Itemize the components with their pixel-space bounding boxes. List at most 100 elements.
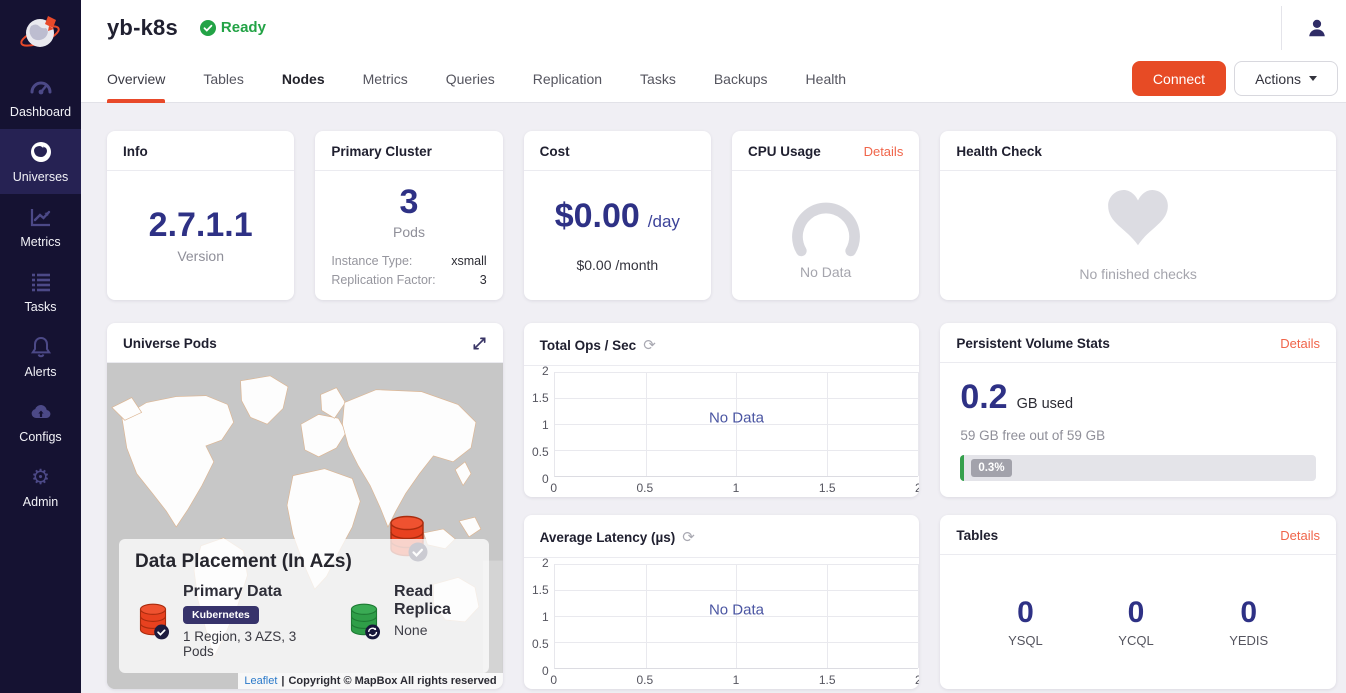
cpu-no-data-text: No Data bbox=[800, 264, 851, 280]
dashboard-gauge-icon bbox=[29, 75, 53, 99]
tab-nodes[interactable]: Nodes bbox=[282, 55, 325, 103]
y-tick: 1.5 bbox=[524, 583, 549, 597]
overview-content: Info 2.7.1.1 Version Primary Cluster 3 P… bbox=[81, 103, 1346, 693]
world-map[interactable]: Data Placement (In AZs) bbox=[107, 363, 503, 689]
ysql-count-label: YSQL bbox=[1008, 633, 1043, 648]
sidebar-item-label: Metrics bbox=[20, 235, 60, 249]
primary-data-label: Primary Data bbox=[183, 583, 302, 601]
sidebar-item-admin[interactable]: ⚙ Admin bbox=[0, 454, 81, 519]
map-attribution: Leaflet | Copyright © MapBox All rights … bbox=[238, 673, 502, 689]
attribution-text: Copyright © MapBox All rights reserved bbox=[288, 675, 496, 687]
y-tick: 0.5 bbox=[524, 637, 549, 651]
tabs-bar: Overview Tables Nodes Metrics Queries Re… bbox=[81, 55, 1346, 103]
pods-label: Pods bbox=[393, 224, 425, 240]
x-tick: 1.5 bbox=[819, 481, 836, 495]
card-title: Info bbox=[123, 144, 148, 159]
expand-map-icon[interactable] bbox=[472, 336, 487, 351]
x-tick: 0.5 bbox=[636, 481, 653, 495]
tab-health[interactable]: Health bbox=[806, 55, 846, 103]
total-ops-plot: 2 1.5 1 0.5 0 No Data 0 0.5 1 1.5 bbox=[524, 366, 920, 497]
sidebar-item-configs[interactable]: Configs bbox=[0, 389, 81, 454]
tab-tasks[interactable]: Tasks bbox=[640, 55, 676, 103]
replication-factor-value: 3 bbox=[480, 273, 487, 287]
y-tick: 1 bbox=[524, 418, 549, 432]
health-check-card: Health Check No finished checks bbox=[940, 131, 1336, 300]
tables-details-link[interactable]: Details bbox=[1280, 528, 1320, 543]
chart-title: Total Ops / Sec bbox=[540, 338, 637, 353]
tab-backups[interactable]: Backups bbox=[714, 55, 768, 103]
y-tick: 2 bbox=[524, 366, 549, 378]
tab-replication[interactable]: Replication bbox=[533, 55, 602, 103]
main-panel: yb-k8s Ready Overview Tables Nodes Metri… bbox=[81, 0, 1346, 693]
tab-overview[interactable]: Overview bbox=[107, 55, 165, 103]
primary-data-legend-item: Primary Data Kubernetes 1 Region, 3 AZS,… bbox=[135, 583, 302, 659]
configs-cloud-icon bbox=[29, 400, 53, 424]
yugabyte-globe-rocket-icon bbox=[15, 6, 67, 58]
tasks-list-icon bbox=[29, 270, 53, 294]
chevron-down-icon bbox=[1309, 76, 1317, 81]
sidebar-item-tasks[interactable]: Tasks bbox=[0, 259, 81, 324]
chart-no-data-text: No Data bbox=[709, 409, 764, 426]
ysql-count: 0 YSQL bbox=[1008, 596, 1043, 648]
cpu-details-link[interactable]: Details bbox=[864, 144, 904, 159]
x-tick: 0 bbox=[550, 481, 557, 495]
pods-count: 3 bbox=[400, 184, 419, 221]
ycql-count: 0 YCQL bbox=[1118, 596, 1153, 648]
attribution-separator: | bbox=[281, 675, 284, 687]
sidebar-item-label: Dashboard bbox=[10, 105, 71, 119]
sidebar-item-label: Admin bbox=[23, 495, 58, 509]
instance-type-key: Instance Type: bbox=[331, 254, 412, 268]
status-text: Ready bbox=[221, 19, 266, 36]
sidebar-item-label: Universes bbox=[13, 170, 69, 184]
tab-metrics[interactable]: Metrics bbox=[363, 55, 408, 103]
gb-used-value: 0.2 bbox=[960, 379, 1007, 416]
data-placement-legend: Data Placement (In AZs) bbox=[119, 539, 489, 673]
gb-used-label: GB used bbox=[1017, 396, 1073, 412]
sidebar-item-dashboard[interactable]: Dashboard bbox=[0, 64, 81, 129]
sidebar: Dashboard Universes Metrics Tasks Alerts bbox=[0, 0, 81, 693]
tab-queries[interactable]: Queries bbox=[446, 55, 495, 103]
status-badge: Ready bbox=[200, 19, 266, 36]
x-tick: 1.5 bbox=[819, 673, 836, 687]
tables-card: Tables Details 0 YSQL 0 YCQL 0 bbox=[940, 515, 1336, 689]
topbar: yb-k8s Ready bbox=[81, 0, 1346, 55]
cpu-usage-card: CPU Usage Details No Data bbox=[732, 131, 919, 300]
health-message: No finished checks bbox=[1079, 266, 1197, 282]
read-replica-legend-item: Read Replica None bbox=[346, 583, 473, 659]
pv-details-link[interactable]: Details bbox=[1280, 336, 1320, 351]
read-replica-db-icon bbox=[346, 583, 382, 659]
universe-name-title: yb-k8s bbox=[107, 15, 178, 41]
primary-cluster-card: Primary Cluster 3 Pods Instance Type: xs… bbox=[315, 131, 502, 300]
refresh-icon[interactable]: ⟳ bbox=[643, 336, 656, 354]
primary-data-detail: 1 Region, 3 AZS, 3 Pods bbox=[183, 629, 302, 659]
x-tick: 0 bbox=[550, 673, 557, 687]
user-profile-icon[interactable] bbox=[1306, 17, 1328, 39]
metrics-chart-icon bbox=[29, 205, 53, 229]
sidebar-item-universes[interactable]: Universes bbox=[0, 129, 81, 194]
chart-title: Average Latency (µs) bbox=[540, 530, 676, 545]
leaflet-link[interactable]: Leaflet bbox=[244, 675, 277, 687]
check-circle-icon bbox=[200, 20, 216, 36]
sidebar-item-label: Configs bbox=[19, 430, 61, 444]
yugabyte-logo[interactable] bbox=[0, 0, 81, 64]
disk-usage-percent-badge: 0.3% bbox=[971, 459, 1011, 477]
sidebar-item-alerts[interactable]: Alerts bbox=[0, 324, 81, 389]
y-tick: 0 bbox=[524, 472, 549, 486]
sidebar-item-label: Alerts bbox=[25, 365, 57, 379]
chart-no-data-text: No Data bbox=[709, 601, 764, 618]
yedis-count-value: 0 bbox=[1240, 596, 1257, 629]
heart-icon bbox=[1107, 190, 1169, 246]
sidebar-item-metrics[interactable]: Metrics bbox=[0, 194, 81, 259]
instance-type-value: xsmall bbox=[451, 254, 486, 268]
tab-tables[interactable]: Tables bbox=[203, 55, 243, 103]
cost-per-day-value: $0.00 bbox=[555, 198, 640, 235]
persistent-volume-stats-card: Persistent Volume Stats Details 0.2 GB u… bbox=[940, 323, 1336, 497]
read-replica-label: Read Replica bbox=[394, 583, 473, 619]
connect-button[interactable]: Connect bbox=[1132, 61, 1226, 96]
cost-per-day-unit: /day bbox=[648, 212, 680, 232]
actions-dropdown-button[interactable]: Actions bbox=[1234, 61, 1338, 96]
average-latency-plot: 2 1.5 1 0.5 0 No Data 0 0.5 1 1.5 bbox=[524, 558, 920, 689]
kubernetes-badge: Kubernetes bbox=[183, 606, 259, 624]
refresh-icon[interactable]: ⟳ bbox=[682, 528, 695, 546]
cost-card: Cost $0.00 /day $0.00 /month bbox=[524, 131, 711, 300]
